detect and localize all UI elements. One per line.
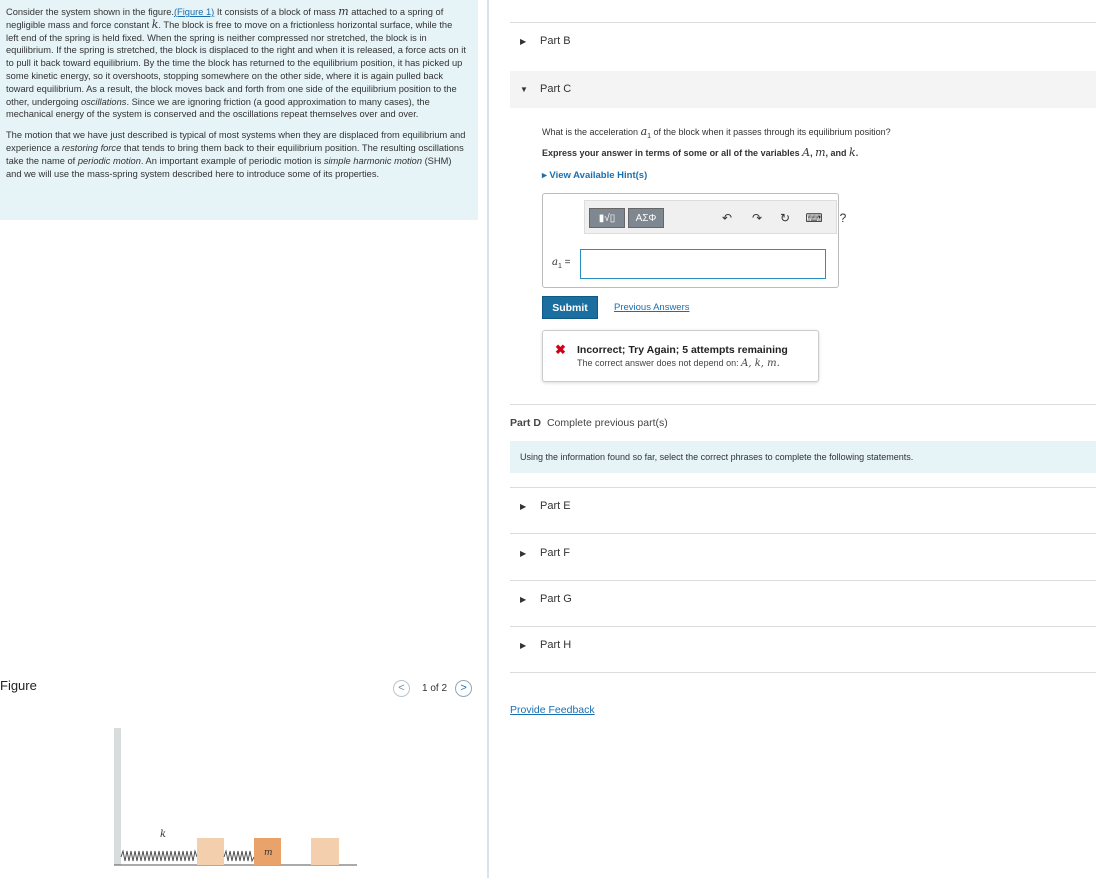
intro-text: It consists of a block of mass [214,7,339,17]
answer-label: a1 = [552,257,571,270]
part-h-toggle[interactable]: ▶ Part H [520,639,571,651]
part-label: Part E [540,500,571,512]
next-figure-button[interactable]: > [455,679,473,697]
term-shm: simple harmonic motion [323,155,422,166]
intro-paragraph-1: Consider the system shown in the figure.… [6,5,466,121]
term-restoring-force: restoring force [61,142,122,153]
divider [510,404,1096,405]
feedback-text: The correct answer does not depend on: [577,358,742,368]
part-label: Part B [540,35,571,47]
provide-feedback-link[interactable]: Provide Feedback [510,704,595,716]
part-f-toggle[interactable]: ▶ Part F [520,547,570,559]
instruction-text: . [855,148,859,158]
part-label: Part G [540,593,572,605]
keyboard-icon[interactable]: ⌨ [805,208,823,228]
part-c-instructions: Express your answer in terms of some or … [542,146,858,159]
part-e-toggle[interactable]: ▶ Part E [520,500,571,512]
intro-text: . An important example of periodic motio… [140,155,324,166]
equals-sign: = [561,257,571,268]
mass-label: m [264,848,273,858]
feedback-box: ✖ Incorrect; Try Again; 5 attempts remai… [542,330,819,382]
intro-text: . The block is free to move on a frictio… [6,19,466,107]
intro-paragraph-2: The motion that we have just described i… [6,129,466,180]
chevron-right-icon: ▶ [520,501,527,511]
spring-label: k [160,829,166,840]
divider [510,672,1096,673]
intro-text: Consider the system shown in the figure. [6,7,174,17]
figure-page-count: 1 of 2 [422,682,448,694]
math-toolbar: ▮√▯ ΑΣΦ ↶ ↷ ↻ ⌨ ? [584,200,846,234]
wall [114,728,121,865]
feedback-vars: A, k, m. [741,358,780,369]
divider [510,487,1096,488]
spring-mass-diagram: k m [114,728,357,866]
templates-button[interactable]: ▮√▯ [589,208,625,228]
part-label: Part F [540,547,570,559]
figure-title: Figure [0,678,37,693]
view-hints-link[interactable]: ▸ View Available Hint(s) [542,170,647,181]
chevron-down-icon: ▼ [520,84,528,94]
redo-icon[interactable]: ↷ [748,208,766,228]
var-A: A [802,146,811,159]
var-k: k [849,146,856,159]
spring-coil [120,849,198,862]
part-b-toggle[interactable]: ▶ Part B [520,35,571,47]
chevron-left-icon: < [398,682,405,694]
part-g-toggle[interactable]: ▶ Part G [520,593,572,605]
divider [510,533,1096,534]
part-status: Complete previous part(s) [546,417,668,429]
var-m: m [338,5,349,18]
answer-input[interactable] [580,249,826,279]
part-label: Part C [540,83,572,95]
term-oscillations: oscillations [80,96,127,107]
reset-icon[interactable]: ↻ [776,208,794,228]
previous-answers-link[interactable]: Previous Answers [614,302,690,313]
feedback-title: Incorrect; Try Again; 5 attempts remaini… [577,344,788,356]
chevron-right-icon: ▶ [520,640,527,650]
greek-symbols-button[interactable]: ΑΣΦ [628,208,664,228]
question-text: of the block when it passes through its … [651,127,891,137]
divider [510,626,1096,627]
instruction-text: , and [825,148,850,158]
chevron-right-icon: ▶ [520,594,527,604]
var-m: m [815,146,826,159]
instruction-text: Express your answer in terms of some or … [542,148,803,158]
part-c-header[interactable] [510,71,1096,108]
divider [510,580,1096,581]
term-periodic-motion: periodic motion [77,155,141,166]
problem-intro: Consider the system shown in the figure.… [0,0,478,220]
chevron-right-icon: > [460,682,467,694]
undo-icon[interactable]: ↶ [718,208,736,228]
chevron-right-icon: ▶ [520,548,527,558]
figure-pager: < 1 of 2 > [393,678,473,698]
divider [510,22,1096,23]
info-bar: Using the information found so far, sele… [510,441,1096,473]
incorrect-icon: ✖ [555,342,566,357]
help-icon[interactable]: ? [834,208,852,228]
chevron-right-icon: ▶ [520,36,527,46]
prev-figure-button[interactable]: < [393,679,410,697]
block-ghost [311,838,339,865]
feedback-detail: The correct answer does not depend on: A… [577,358,780,369]
spring-mass-figure: k m [0,708,478,878]
figure-link[interactable]: (Figure 1) [174,7,214,17]
column-divider [487,0,489,878]
submit-button[interactable]: Submit [542,296,598,319]
part-label: Part D [510,417,541,429]
answer-box: ▮√▯ ΑΣΦ ↶ ↷ ↻ ⌨ ? a1 = [542,193,846,288]
part-c-toggle[interactable]: ▼ Part C [520,83,571,95]
question-text: What is the acceleration [542,127,641,137]
part-d-row: Part D Complete previous part(s) [510,417,668,429]
part-c-question: What is the acceleration a1 of the block… [542,125,891,140]
part-label: Part H [540,639,572,651]
block-ghost [197,838,224,865]
spring-coil-stretched [223,849,255,863]
